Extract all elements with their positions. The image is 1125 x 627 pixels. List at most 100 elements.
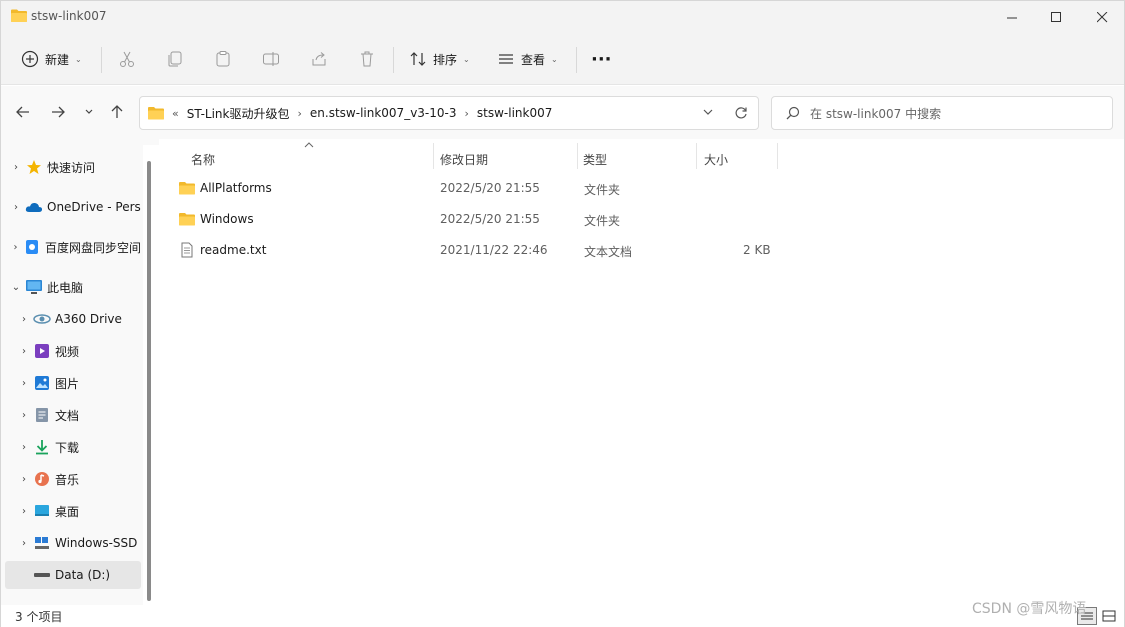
view-button[interactable]: 查看 ⌄ bbox=[497, 45, 558, 73]
cut-icon[interactable] bbox=[117, 49, 137, 69]
expand-chevron-icon[interactable]: › bbox=[7, 162, 25, 173]
scrollbar-thumb[interactable] bbox=[147, 161, 151, 601]
share-icon[interactable] bbox=[309, 49, 329, 69]
column-header-type[interactable]: 类型 bbox=[583, 147, 693, 171]
breadcrumb-item[interactable]: stsw-link007 bbox=[477, 106, 552, 120]
column-divider[interactable] bbox=[777, 143, 778, 169]
column-header-label: 类型 bbox=[583, 152, 608, 167]
maximize-button[interactable] bbox=[1033, 1, 1079, 33]
table-row[interactable]: readme.txt 2021/11/22 22:46 文本文档 2 KB bbox=[171, 236, 791, 264]
file-type: 文本文档 bbox=[584, 245, 633, 259]
address-bar[interactable]: « ST-Link驱动升级包 › en.stsw-link007_v3-10-3… bbox=[139, 96, 759, 130]
sidebar-item-pictures[interactable]: › 图片 bbox=[15, 369, 141, 397]
up-button[interactable] bbox=[107, 102, 127, 122]
file-name: AllPlatforms bbox=[200, 181, 272, 195]
status-bar: 3 个项目 bbox=[1, 605, 1124, 627]
a360-icon bbox=[33, 311, 51, 327]
more-options-button[interactable]: ··· bbox=[591, 45, 612, 73]
sidebar-item-this-pc[interactable]: ⌄ 此电脑 bbox=[7, 273, 141, 301]
sidebar-item-a360-drive[interactable]: › A360 Drive bbox=[15, 305, 141, 333]
explorer-window: stsw-link007 新建 ⌄ 排序 ⌄ 查看 ⌄ ··· « ST-Lin… bbox=[0, 0, 1125, 627]
close-button[interactable] bbox=[1079, 1, 1125, 33]
address-history-chevron-icon[interactable] bbox=[702, 108, 714, 118]
expand-chevron-icon[interactable]: › bbox=[15, 314, 33, 325]
column-header-size[interactable]: 大小 bbox=[704, 147, 776, 171]
sidebar-item-music[interactable]: › 音乐 bbox=[15, 465, 141, 493]
window-title: stsw-link007 bbox=[31, 9, 107, 23]
maximize-icon bbox=[1050, 11, 1061, 22]
column-header-label: 名称 bbox=[191, 152, 216, 167]
folder-icon bbox=[148, 107, 164, 120]
breadcrumb-item[interactable]: ST-Link驱动升级包 bbox=[187, 105, 290, 122]
tiles-view-icon bbox=[1102, 610, 1116, 622]
navigation-pane: › 快速访问 › OneDrive - Pers › 百度网盘同步空间 ⌄ 此电… bbox=[1, 139, 159, 605]
expand-chevron-icon[interactable]: › bbox=[15, 506, 33, 517]
table-row[interactable]: Windows 2022/5/20 21:55 文件夹 bbox=[171, 205, 791, 233]
toolbar-divider bbox=[101, 47, 102, 73]
title-bar[interactable]: stsw-link007 bbox=[1, 1, 1124, 33]
chevron-down-icon bbox=[85, 109, 93, 114]
column-divider[interactable] bbox=[577, 143, 578, 169]
sidebar-item-baidu-sync[interactable]: › 百度网盘同步空间 bbox=[7, 233, 141, 261]
sidebar-item-downloads[interactable]: › 下载 bbox=[15, 433, 141, 461]
sidebar-item-videos[interactable]: › 视频 bbox=[15, 337, 141, 365]
collapse-chevron-icon[interactable]: ⌄ bbox=[7, 282, 25, 293]
expand-chevron-icon[interactable]: › bbox=[7, 242, 24, 253]
navigation-pane-scrollbar[interactable] bbox=[143, 145, 159, 605]
table-row[interactable]: AllPlatforms 2022/5/20 21:55 文件夹 bbox=[171, 174, 791, 202]
expand-chevron-icon[interactable]: › bbox=[15, 346, 33, 357]
recent-locations-button[interactable] bbox=[79, 102, 99, 122]
rename-icon[interactable] bbox=[261, 49, 281, 69]
video-icon bbox=[33, 343, 51, 359]
desktop-icon bbox=[33, 503, 51, 519]
column-divider[interactable] bbox=[696, 143, 697, 169]
expand-chevron-icon[interactable]: › bbox=[15, 378, 33, 389]
breadcrumb-separator-icon: › bbox=[297, 106, 302, 120]
file-modified: 2021/11/22 22:46 bbox=[440, 243, 548, 257]
drive-icon bbox=[33, 567, 51, 583]
minimize-button[interactable] bbox=[989, 1, 1035, 33]
sidebar-item-label: 下载 bbox=[55, 440, 80, 455]
sidebar-item-desktop[interactable]: › 桌面 bbox=[15, 497, 141, 525]
sidebar-item-label: 百度网盘同步空间 bbox=[44, 240, 141, 255]
new-button[interactable]: 新建 ⌄ bbox=[21, 45, 82, 73]
minimize-icon bbox=[1006, 17, 1017, 18]
breadcrumb-item[interactable]: en.stsw-link007_v3-10-3 bbox=[310, 106, 457, 120]
navigation-bar: « ST-Link驱动升级包 › en.stsw-link007_v3-10-3… bbox=[1, 86, 1124, 139]
back-button[interactable] bbox=[13, 102, 33, 122]
column-divider[interactable] bbox=[433, 143, 434, 169]
refresh-icon[interactable] bbox=[734, 106, 748, 120]
sidebar-item-data-d[interactable]: › Data (D:) bbox=[5, 561, 141, 589]
sidebar-item-label: 桌面 bbox=[55, 504, 80, 519]
paste-icon[interactable] bbox=[213, 49, 233, 69]
sort-button[interactable]: 排序 ⌄ bbox=[409, 45, 470, 73]
new-label: 新建 bbox=[45, 52, 70, 67]
download-icon bbox=[33, 439, 51, 455]
search-box[interactable]: 在 stsw-link007 中搜索 bbox=[771, 96, 1113, 130]
folder-icon bbox=[179, 213, 195, 226]
sidebar-item-documents[interactable]: › 文档 bbox=[15, 401, 141, 429]
document-icon bbox=[33, 407, 51, 423]
expand-chevron-icon[interactable]: › bbox=[15, 474, 33, 485]
expand-chevron-icon[interactable]: › bbox=[15, 410, 33, 421]
overflow-chevron-icon[interactable]: « bbox=[172, 107, 179, 120]
close-icon bbox=[1096, 11, 1107, 22]
forward-button[interactable] bbox=[48, 102, 68, 122]
tiles-view-button[interactable] bbox=[1099, 607, 1119, 625]
file-modified: 2022/5/20 21:55 bbox=[440, 181, 540, 195]
sidebar-item-label: OneDrive - Pers bbox=[47, 200, 141, 214]
item-count: 3 个项目 bbox=[15, 610, 63, 624]
expand-chevron-icon[interactable]: › bbox=[15, 442, 33, 453]
expand-chevron-icon[interactable]: › bbox=[15, 538, 33, 549]
search-input[interactable]: 在 stsw-link007 中搜索 bbox=[810, 105, 941, 122]
music-icon bbox=[33, 471, 51, 487]
sidebar-item-windows-ssd[interactable]: › Windows-SSD bbox=[15, 529, 141, 557]
column-header-modified[interactable]: 修改日期 bbox=[440, 147, 576, 171]
sidebar-item-quick-access[interactable]: › 快速访问 bbox=[7, 153, 141, 181]
expand-chevron-icon[interactable]: › bbox=[7, 202, 25, 213]
chevron-down-icon: ⌄ bbox=[463, 54, 470, 64]
copy-icon[interactable] bbox=[165, 49, 185, 69]
sidebar-item-onedrive[interactable]: › OneDrive - Pers bbox=[7, 193, 141, 221]
delete-icon[interactable] bbox=[357, 49, 377, 69]
column-header-name[interactable]: 名称 bbox=[191, 147, 431, 171]
